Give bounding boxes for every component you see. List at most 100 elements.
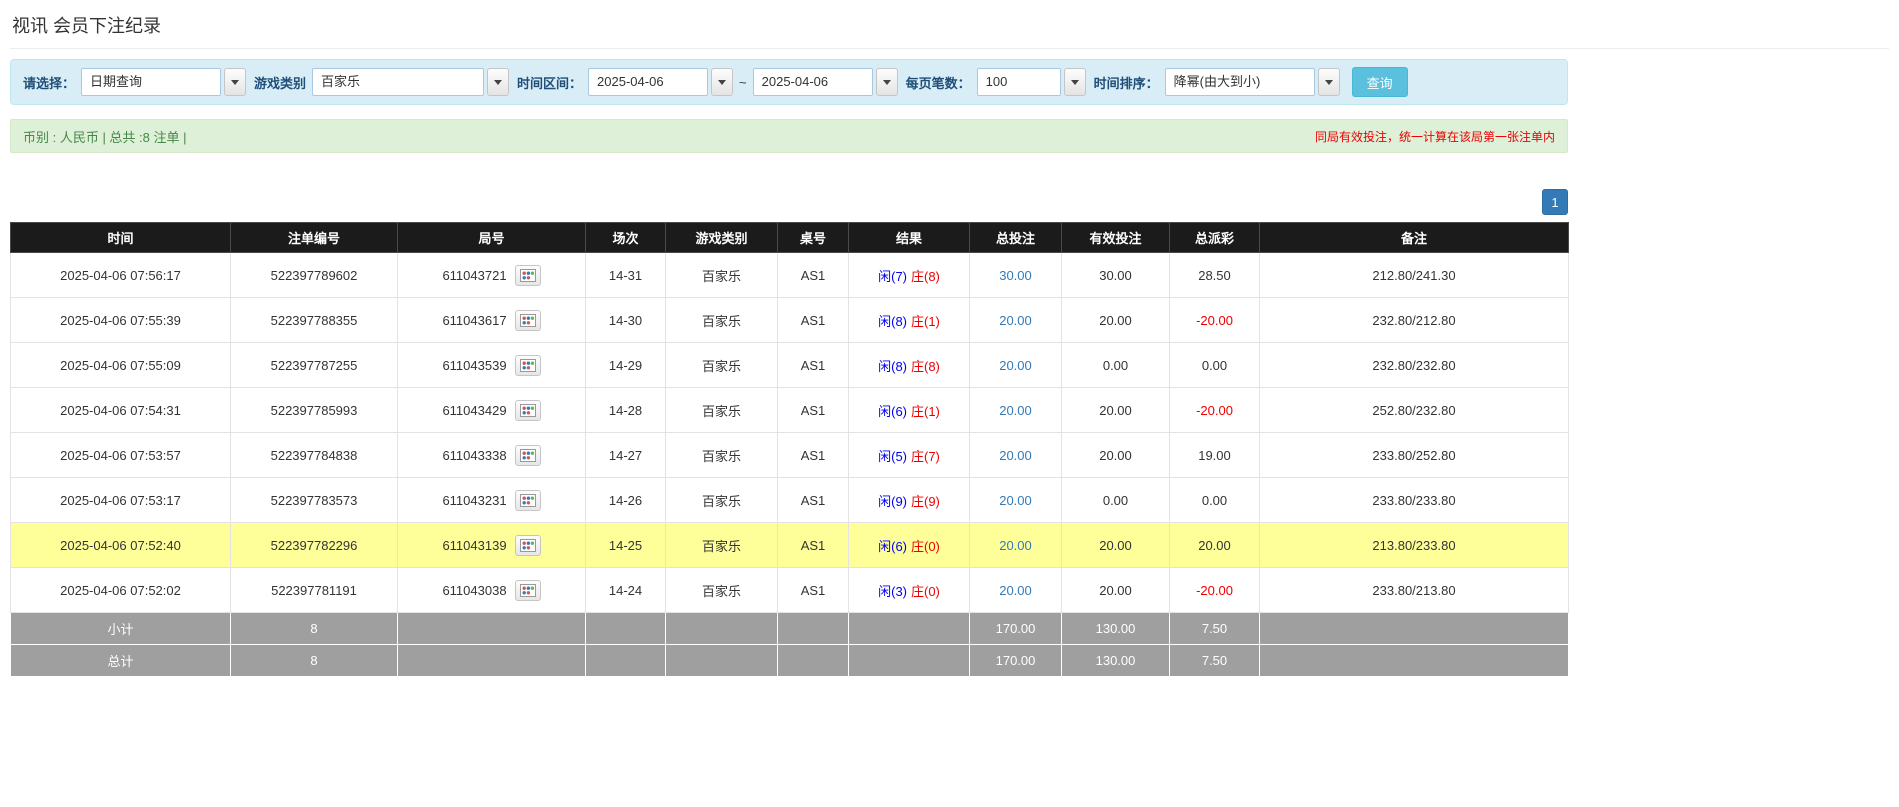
filter-group-page-size: 每页笔数： 100 [906,68,1086,96]
footer-empty-remark [1259,612,1569,645]
table-row[interactable]: 2025-04-06 07:56:17 522397789602 6110437… [10,252,1569,298]
round-detail-button[interactable] [514,309,541,331]
table-row[interactable]: 2025-04-06 07:53:17 522397783573 6110432… [10,477,1569,523]
column-header-total-bet: 总投注 [969,222,1062,253]
round-detail-button[interactable] [514,579,541,601]
round-detail-button[interactable] [514,534,541,556]
total-bet-link[interactable]: 20.00 [999,403,1032,418]
cell-table-no: AS1 [777,342,849,388]
date-to-combo[interactable]: 2025-04-06 [752,68,898,96]
cell-payout: -20.00 [1169,387,1260,433]
column-header-bet-no: 注单编号 [230,222,398,253]
round-detail-button[interactable] [514,399,541,421]
table-row[interactable]: 2025-04-06 07:54:31 522397785993 6110434… [10,387,1569,433]
total-bet-link[interactable]: 20.00 [999,493,1032,508]
cell-game-type: 百家乐 [665,567,778,613]
sort-combo[interactable]: 降幂(由大到小) [1164,68,1340,96]
game-type-value[interactable]: 百家乐 [312,68,485,96]
cell-total-bet: 20.00 [969,342,1062,388]
total-bet-link[interactable]: 20.00 [999,538,1032,553]
round-detail-button[interactable] [514,264,541,286]
total-bet-link[interactable]: 30.00 [999,268,1032,283]
page-size-combo[interactable]: 100 [976,68,1086,96]
footer-empty-round [397,612,586,645]
total-bet-link[interactable]: 20.00 [999,448,1032,463]
sort-value[interactable]: 降幂(由大到小) [1164,68,1315,96]
chevron-down-icon[interactable] [875,68,898,96]
column-header-session: 场次 [585,222,666,253]
round-number: 611043231 [442,492,507,508]
filter-group-game: 游戏类别 百家乐 [254,68,510,96]
date-type-combo[interactable]: 日期查询 [81,68,247,96]
chevron-down-icon[interactable] [1317,68,1340,96]
round-number: 611043338 [442,447,507,463]
page: 视讯 会员下注纪录 请选择： 日期查询 游戏类别 百家乐 时间区间： 2025-… [0,0,1899,677]
table-row[interactable]: 2025-04-06 07:55:09 522397787255 6110435… [10,342,1569,388]
cell-session: 14-30 [585,297,666,343]
total-bet-link[interactable]: 20.00 [999,358,1032,373]
total-bet-link[interactable]: 20.00 [999,313,1032,328]
page-title: 视讯 会员下注纪录 [12,16,162,36]
result-player: 闲(8) [878,313,907,329]
roadmap-icon [519,583,536,597]
chevron-down-icon[interactable] [1063,68,1086,96]
game-type-combo[interactable]: 百家乐 [312,68,510,96]
chevron-down-icon[interactable] [487,68,510,96]
cell-payout: -20.00 [1169,297,1260,343]
cell-remark: 232.80/232.80 [1259,342,1569,388]
cell-table-no: AS1 [777,522,849,568]
table-row[interactable]: 2025-04-06 07:53:57 522397784838 6110433… [10,432,1569,478]
date-to-value[interactable]: 2025-04-06 [752,68,873,96]
date-from-combo[interactable]: 2025-04-06 [588,68,734,96]
column-header-game-type: 游戏类别 [665,222,778,253]
cell-time: 2025-04-06 07:52:40 [10,522,231,568]
result-banker: 庄(1) [911,403,940,419]
cell-bet-no: 522397782296 [230,522,398,568]
table-foot: 小计 8 170.00 130.00 7.50 总计 8 170.00 130.… [10,612,1569,677]
cell-payout: 19.00 [1169,432,1260,478]
footer-valid-bet: 130.00 [1061,644,1170,677]
table-row[interactable]: 2025-04-06 07:52:02 522397781191 6110430… [10,567,1569,613]
cell-remark: 212.80/241.30 [1259,252,1569,298]
date-from-value[interactable]: 2025-04-06 [588,68,709,96]
footer-label: 小计 [10,612,231,645]
total-bet-link[interactable]: 20.00 [999,583,1032,598]
column-header-round-no: 局号 [397,222,586,253]
sort-label: 时间排序： [1093,75,1159,91]
cell-time: 2025-04-06 07:56:17 [10,252,231,298]
roadmap-icon [519,538,536,552]
page-size-value[interactable]: 100 [976,68,1061,96]
round-detail-button[interactable] [514,489,541,511]
cell-remark: 213.80/233.80 [1259,522,1569,568]
cell-round: 611043139 [397,522,586,568]
cell-bet-no: 522397789602 [230,252,398,298]
notice-text: 同局有效投注，统一计算在该局第一张注单内 [1314,129,1555,144]
pagination-page-1[interactable]: 1 [1542,189,1568,215]
cell-result: 闲(6) 庄(1) [848,387,970,433]
table-row[interactable]: 2025-04-06 07:52:40 522397782296 6110431… [10,522,1569,568]
cell-time: 2025-04-06 07:53:57 [10,432,231,478]
cell-total-bet: 20.00 [969,432,1062,478]
search-button[interactable]: 查询 [1351,67,1408,97]
cell-time: 2025-04-06 07:55:09 [10,342,231,388]
result-banker: 庄(8) [911,268,940,284]
cell-payout: 20.00 [1169,522,1260,568]
roadmap-icon [519,493,536,507]
round-detail-button[interactable] [514,354,541,376]
cell-round: 611043617 [397,297,586,343]
filter-group-date-range: 时间区间： 2025-04-06 ~ 2025-04-06 [517,68,898,96]
cell-payout: 0.00 [1169,477,1260,523]
cell-payout: 0.00 [1169,342,1260,388]
round-detail-button[interactable] [514,444,541,466]
cell-session: 14-31 [585,252,666,298]
table-row[interactable]: 2025-04-06 07:55:39 522397788355 6110436… [10,297,1569,343]
cell-total-bet: 20.00 [969,387,1062,433]
date-type-value[interactable]: 日期查询 [81,68,222,96]
roadmap-icon [519,313,536,327]
chevron-down-icon[interactable] [711,68,734,96]
chevron-down-icon[interactable] [224,68,247,96]
cell-table-no: AS1 [777,432,849,478]
result-player: 闲(6) [878,403,907,419]
cell-payout: -20.00 [1169,567,1260,613]
cell-bet-no: 522397788355 [230,297,398,343]
